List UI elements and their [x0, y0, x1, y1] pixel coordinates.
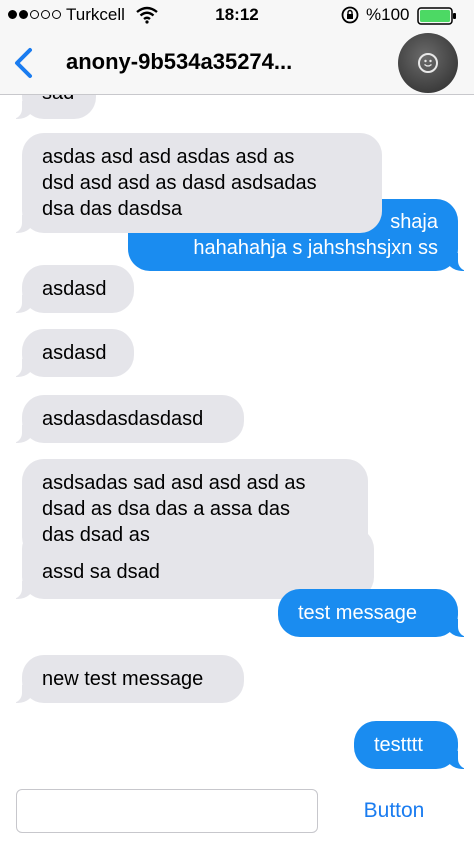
- message-line: test message: [298, 602, 417, 624]
- message-list[interactable]: sad asdas asd asd asdas asd as dsd asd a…: [0, 95, 474, 779]
- message-bubble-received: asdas asd asd asdas asd as dsd asd asd a…: [12, 133, 382, 233]
- message-line: dsad as dsa das a assa das: [42, 498, 290, 520]
- message-bubble-received: asdasd: [12, 329, 134, 377]
- message-line: asdasd: [42, 342, 107, 364]
- message-line: hahahahja s jahshshsjxn ss: [193, 237, 438, 259]
- compose-bar: Button: [0, 779, 474, 841]
- message-line: asdasdasdasdasd: [42, 408, 204, 430]
- message-input[interactable]: [16, 789, 318, 833]
- message-line: testttt: [374, 734, 423, 756]
- message-bubble-received: asdsadas sad asd asd asd as dsad as dsa …: [22, 459, 368, 559]
- message-bubble-sent: test message: [278, 589, 468, 637]
- avatar-button[interactable]: [398, 33, 458, 93]
- message-line: dsd asd asd as dasd asdsadas: [42, 172, 317, 194]
- navigation-bar: anony-9b534a35274...: [0, 30, 474, 95]
- message-bubble-sent: testttt: [354, 721, 468, 769]
- message-bubble-received: new test message: [12, 655, 244, 703]
- conversation-title: anony-9b534a35274...: [66, 49, 293, 74]
- message-bubble-received: asdasdasdasdasd: [12, 395, 244, 443]
- message-line: assd sa dsad: [42, 561, 160, 583]
- message-line: asdasd: [42, 278, 107, 300]
- chevron-left-icon[interactable]: [8, 46, 38, 80]
- rotation-lock-icon: [341, 6, 359, 24]
- message-line: new test message: [42, 668, 204, 690]
- message-bubble-received: asdasd: [12, 265, 134, 313]
- message-line: asdsadas sad asd asd asd as: [42, 472, 306, 494]
- battery-percentage: %100: [366, 5, 410, 24]
- smiley-icon: [418, 53, 438, 73]
- send-button[interactable]: Button: [352, 789, 436, 833]
- message-line: das dsad as: [42, 524, 150, 546]
- status-bar: Turkcell 18:12 %100: [0, 0, 474, 30]
- message-line: sad: [42, 95, 76, 106]
- message-line: dsa das dasdsa: [42, 198, 183, 220]
- message-line: asdas asd asd asdas asd as: [42, 146, 295, 168]
- message-bubble-received: sad: [12, 95, 96, 119]
- battery-icon: [417, 7, 456, 25]
